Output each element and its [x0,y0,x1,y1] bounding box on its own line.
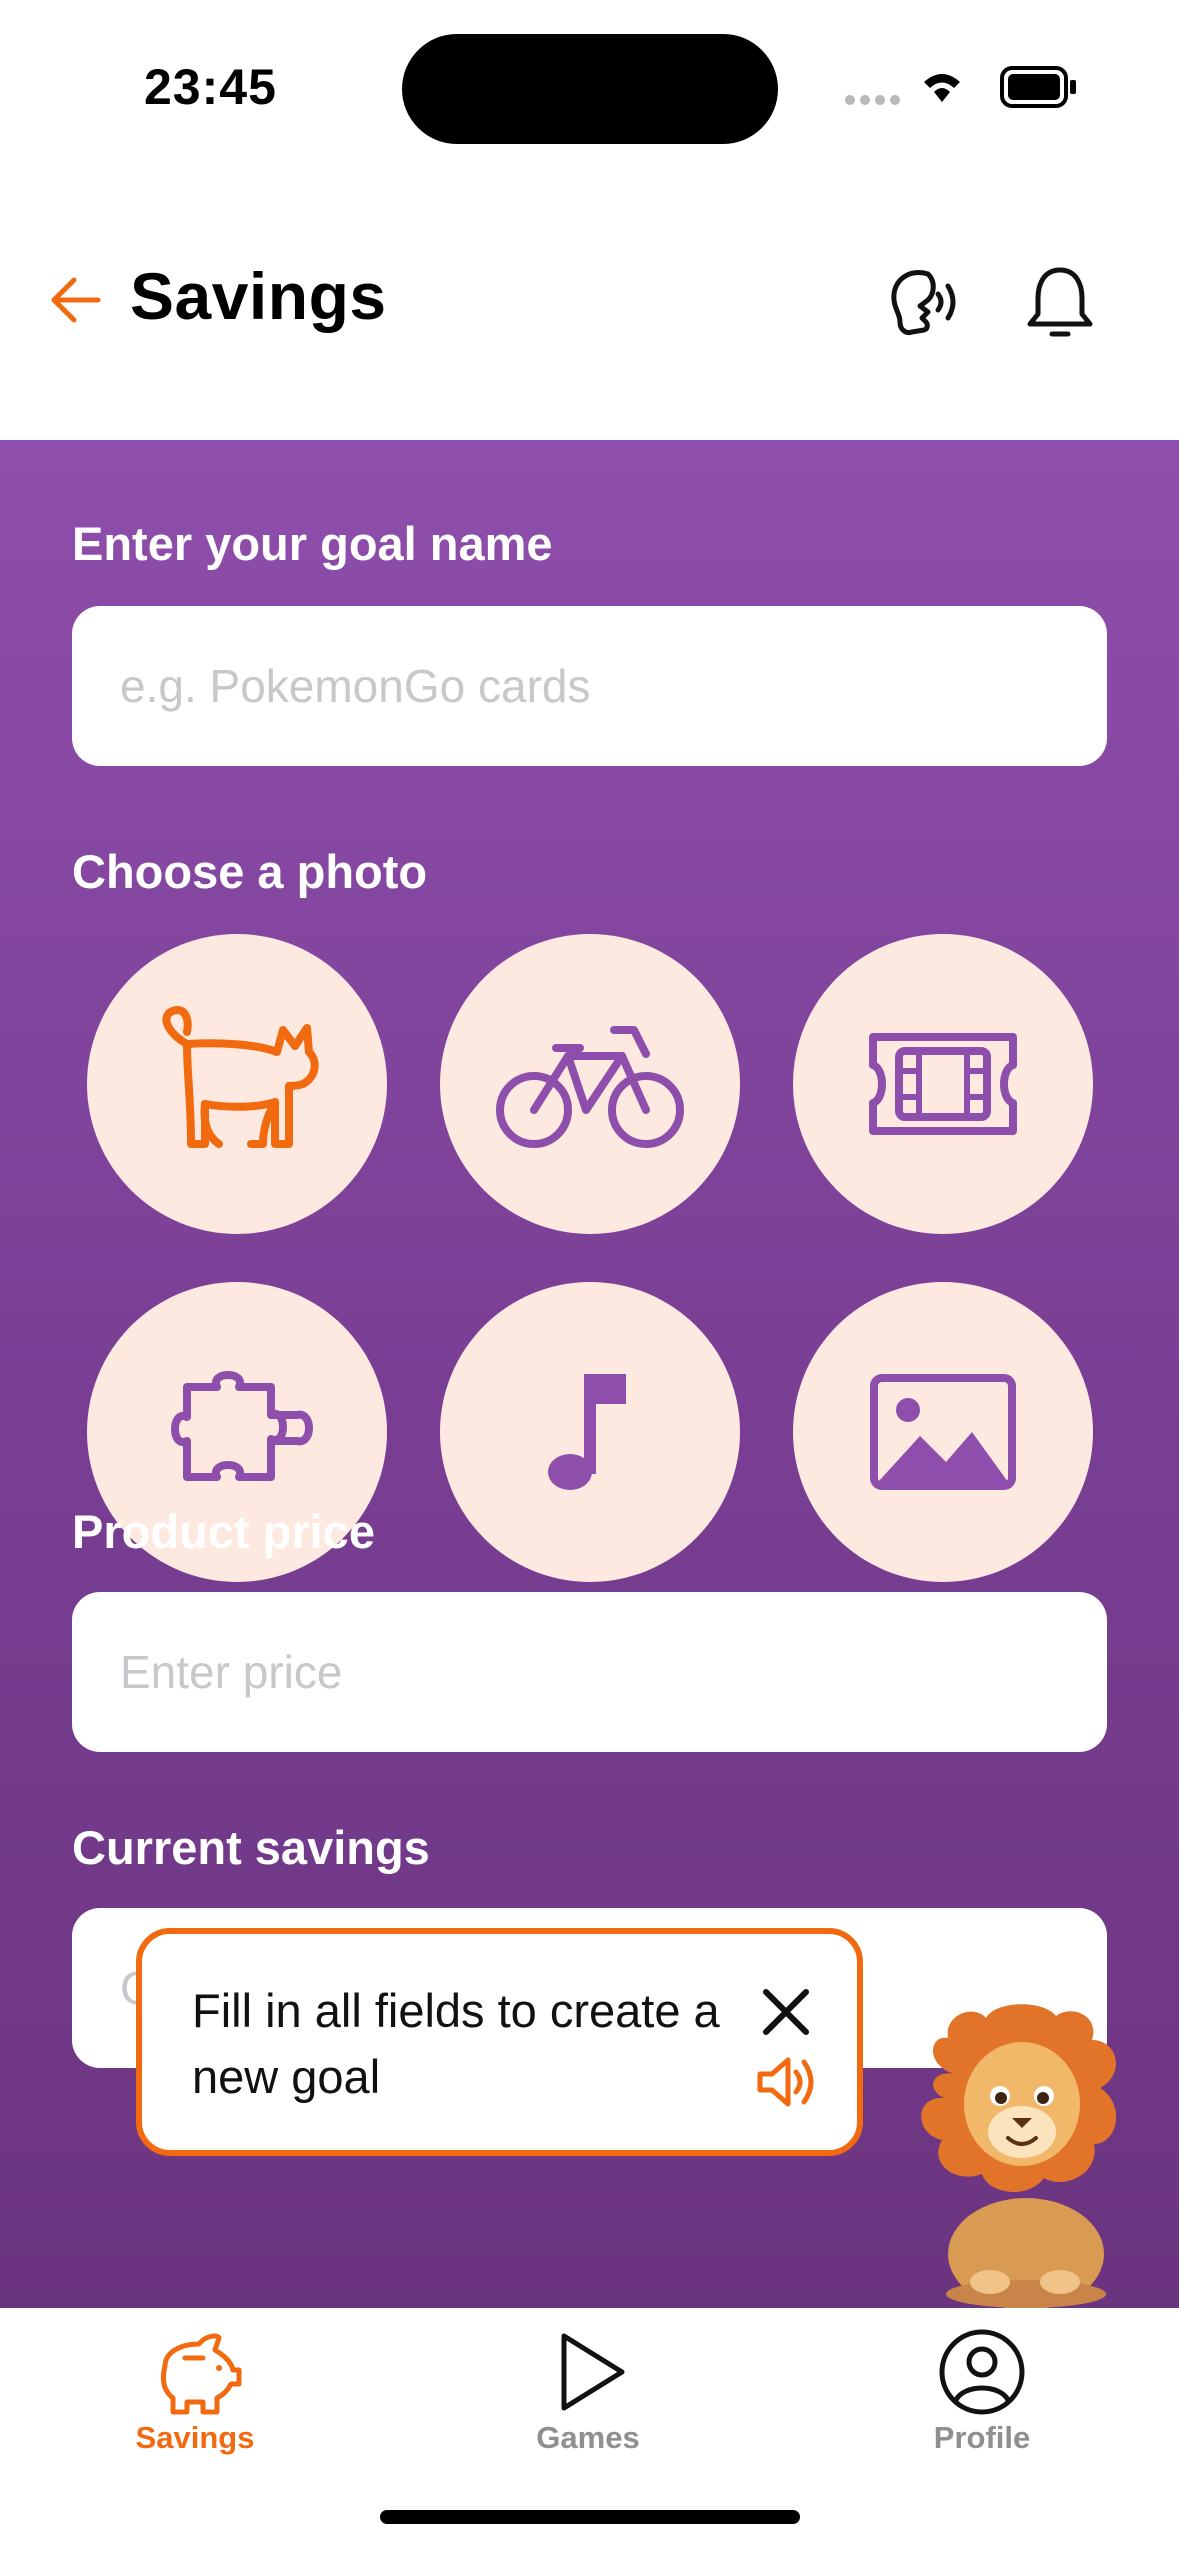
tab-profile[interactable]: Profile [852,2308,1112,2468]
speaker-icon [757,2057,814,2107]
music-note-icon [548,1374,626,1490]
tab-games[interactable]: Games [458,2308,718,2468]
hint-tooltip: Fill in all fields to create a new goal [136,1928,863,2156]
cat-icon [162,1006,319,1148]
savings-label: Current savings [72,1821,430,1874]
page-title: Savings [130,259,387,333]
back-button[interactable] [44,268,108,332]
photo-option-image[interactable] [793,1282,1093,1582]
photo-option-cat[interactable] [87,934,387,1234]
page-header: Savings [0,230,1179,360]
lion-mascot-image [921,2004,1117,2310]
signal-wifi-battery-icon [845,66,1076,108]
tab-savings[interactable]: Savings [65,2308,325,2468]
bell-icon [1027,267,1093,337]
play-icon [538,2322,638,2422]
goal-name-input[interactable] [72,606,1107,766]
tab-savings-label: Savings [135,2420,255,2455]
tooltip-speaker-button[interactable] [754,2050,818,2114]
voice-assistant-button[interactable] [880,260,966,346]
lion-mascot[interactable] [904,2004,1144,2314]
status-time: 23:45 [144,59,277,115]
dynamic-island [402,34,778,144]
profile-icon [932,2322,1032,2422]
photo-option-music[interactable] [440,1282,740,1582]
home-indicator[interactable] [380,2510,800,2524]
notifications-button[interactable] [1020,260,1100,346]
photo-option-ticket[interactable] [793,934,1093,1234]
bicycle-icon [496,1026,684,1148]
arrow-left-icon [51,277,101,323]
piggy-bank-icon [145,2322,245,2422]
image-icon [870,1374,1016,1490]
tooltip-text: Fill in all fields to create a new goal [192,1984,720,2103]
tab-profile-label: Profile [933,2420,1031,2455]
puzzle-icon [171,1371,313,1481]
photo-option-bicycle[interactable] [440,934,740,1234]
price-label: Product price [72,1505,375,1558]
price-input[interactable] [72,1592,1107,1752]
voice-assistant-icon [891,270,956,335]
status-icons [844,64,1084,112]
status-bar: 23:45 [0,0,1179,170]
goal-name-label: Enter your goal name [72,517,553,570]
tab-games-label: Games [536,2420,640,2455]
photo-label: Choose a photo [72,845,428,898]
ticket-icon [869,1033,1017,1135]
close-icon [763,1989,809,2035]
tooltip-close-button[interactable] [758,1984,814,2040]
